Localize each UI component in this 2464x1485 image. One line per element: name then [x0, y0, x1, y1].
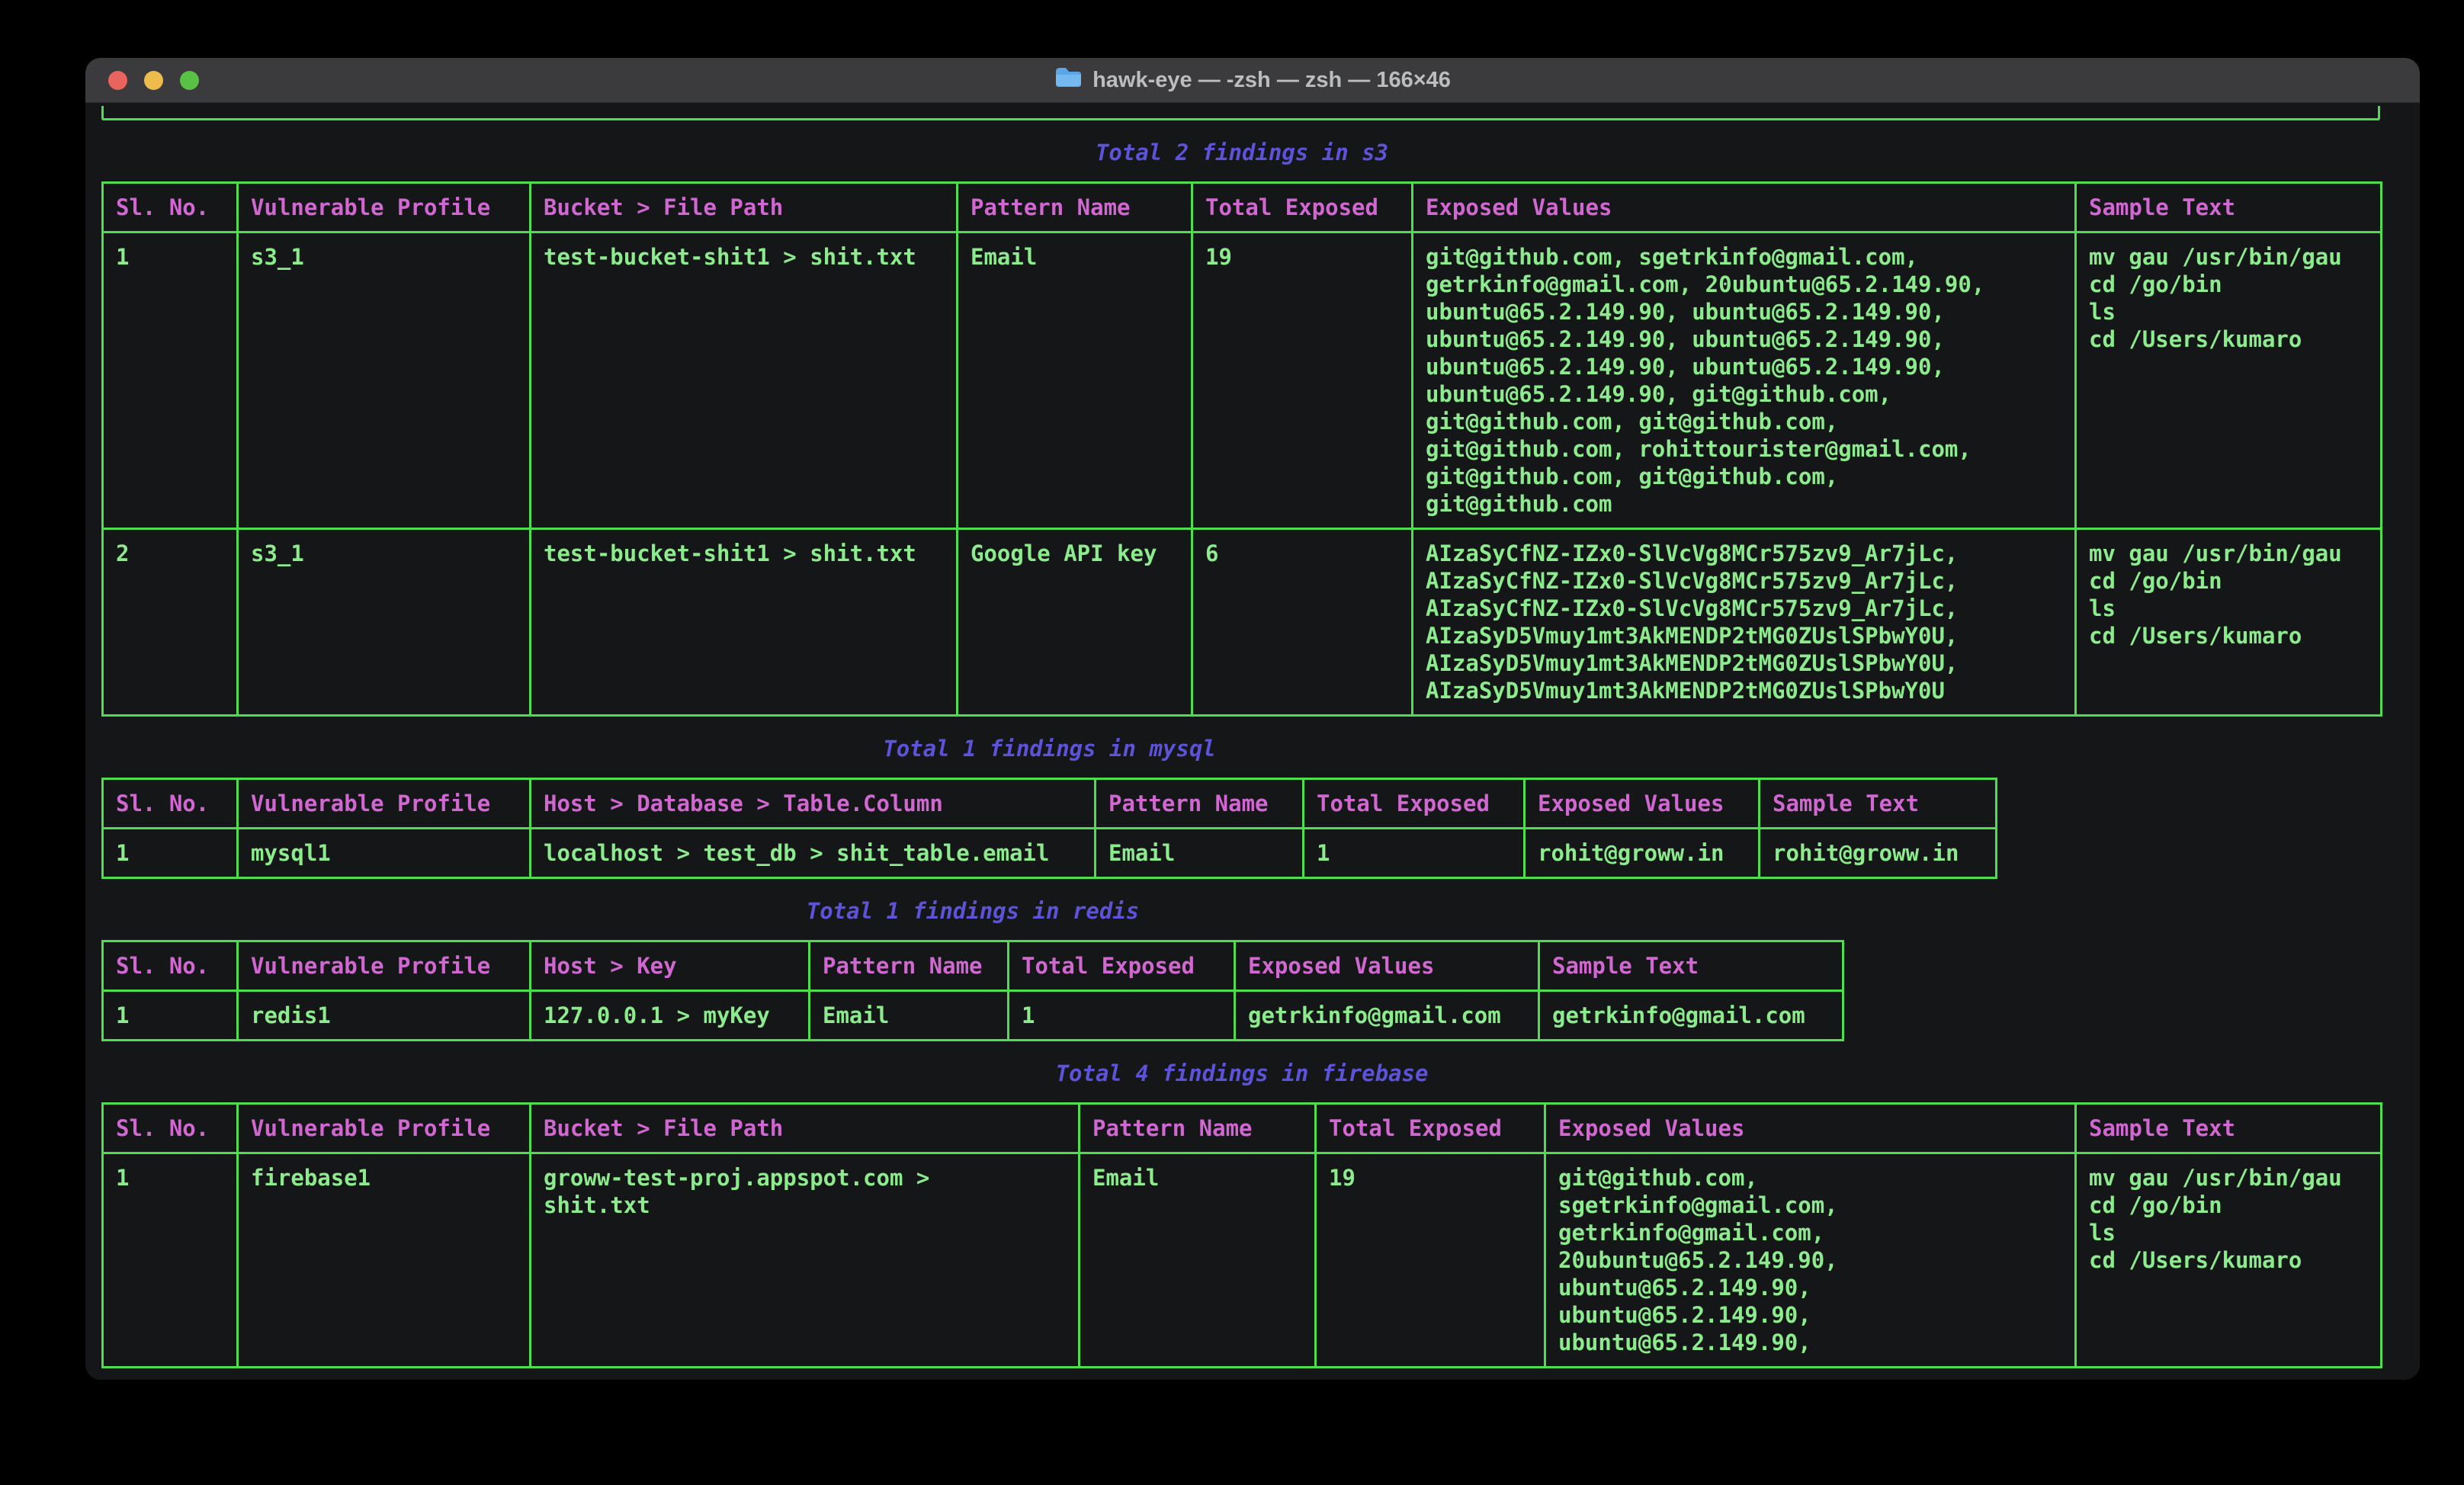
findings-table: Sl. No.Vulnerable ProfileBucket > File P… [101, 1102, 2382, 1368]
column-header: Sl. No. [103, 183, 238, 233]
column-header: Sl. No. [103, 779, 238, 829]
table-cell: 1 [103, 1153, 238, 1368]
table-cell: getrkinfo@gmail.com [1539, 991, 1843, 1041]
table-cell: rohit@groww.in [1525, 829, 1760, 878]
table-cell: test-bucket-shit1 > shit.txt [531, 529, 958, 716]
column-header: Pattern Name [958, 183, 1192, 233]
table-cell: getrkinfo@gmail.com [1235, 991, 1539, 1041]
table-cell: Email [1080, 1153, 1316, 1368]
column-header: Sl. No. [103, 1104, 238, 1153]
folder-icon [1054, 66, 1082, 94]
header-row: Sl. No.Vulnerable ProfileBucket > File P… [103, 1104, 2382, 1153]
titlebar[interactable]: hawk-eye — -zsh — zsh — 166×46 [85, 58, 2420, 103]
header-row: Sl. No.Vulnerable ProfileHost > KeyPatte… [103, 941, 1843, 991]
table-cell: 19 [1192, 233, 1413, 529]
table-cell: rohit@groww.in [1760, 829, 1997, 878]
traffic-lights [108, 58, 199, 102]
column-header: Total Exposed [1316, 1104, 1545, 1153]
column-header: Exposed Values [1413, 183, 2076, 233]
table-cell: 6 [1192, 529, 1413, 716]
section-title: Total 2 findings in s3 [101, 139, 2382, 166]
column-header: Pattern Name [1080, 1104, 1316, 1153]
header-row: Sl. No.Vulnerable ProfileBucket > File P… [103, 183, 2382, 233]
table-cell: Email [1096, 829, 1304, 878]
table-cell: 1 [1009, 991, 1235, 1041]
finding-row: 1firebase1groww-test-proj.appspot.com > … [103, 1153, 2382, 1368]
previous-table-bottom-border [101, 106, 2380, 120]
column-header: Vulnerable Profile [238, 1104, 531, 1153]
column-header: Sample Text [1760, 779, 1997, 829]
column-header: Total Exposed [1304, 779, 1525, 829]
table-cell: groww-test-proj.appspot.com > shit.txt [531, 1153, 1080, 1368]
findings-table: Sl. No.Vulnerable ProfileHost > KeyPatte… [101, 940, 1844, 1041]
terminal-window: hawk-eye — -zsh — zsh — 166×46 Total 2 f… [85, 58, 2420, 1380]
table-cell: test-bucket-shit1 > shit.txt [531, 233, 958, 529]
findings-sections: Total 2 findings in s3 Sl. No.Vulnerable… [101, 139, 2420, 1368]
table-cell: firebase1 [238, 1153, 531, 1368]
column-header: Vulnerable Profile [238, 183, 531, 233]
table-cell: 1 [103, 991, 238, 1041]
finding-row: 2s3_1test-bucket-shit1 > shit.txtGoogle … [103, 529, 2382, 716]
findings-section: Total 2 findings in s3 Sl. No.Vulnerable… [101, 139, 2382, 717]
table-cell: 1 [1304, 829, 1525, 878]
finding-row: 1mysql1localhost > test_db > shit_table.… [103, 829, 1997, 878]
findings-table: Sl. No.Vulnerable ProfileHost > Database… [101, 778, 1997, 879]
column-header: Bucket > File Path [531, 183, 958, 233]
section-title: Total 1 findings in redis [101, 897, 1844, 925]
section-title: Total 4 findings in firebase [101, 1060, 2382, 1087]
table-cell: s3_1 [238, 233, 531, 529]
table-cell: localhost > test_db > shit_table.email [531, 829, 1096, 878]
column-header: Sample Text [2076, 1104, 2382, 1153]
findings-section: Total 1 findings in mysql Sl. No.Vulnera… [101, 735, 1997, 879]
table-cell: mv gau /usr/bin/gau cd /go/bin ls cd /Us… [2076, 529, 2382, 716]
column-header: Sample Text [2076, 183, 2382, 233]
table-cell: mv gau /usr/bin/gau cd /go/bin ls cd /Us… [2076, 1153, 2382, 1368]
header-row: Sl. No.Vulnerable ProfileHost > Database… [103, 779, 1997, 829]
table-cell: Email [958, 233, 1192, 529]
column-header: Sl. No. [103, 941, 238, 991]
table-cell: Email [810, 991, 1009, 1041]
column-header: Total Exposed [1009, 941, 1235, 991]
terminal-content[interactable]: Total 2 findings in s3 Sl. No.Vulnerable… [85, 103, 2420, 1380]
column-header: Pattern Name [1096, 779, 1304, 829]
findings-table: Sl. No.Vulnerable ProfileBucket > File P… [101, 181, 2382, 717]
column-header: Total Exposed [1192, 183, 1413, 233]
table-cell: AIzaSyCfNZ-IZx0-SlVcVg8MCr575zv9_Ar7jLc,… [1413, 529, 2076, 716]
window-title-text: hawk-eye — -zsh — zsh — 166×46 [1092, 68, 1451, 93]
maximize-button[interactable] [180, 71, 199, 90]
column-header: Vulnerable Profile [238, 779, 531, 829]
table-cell: 1 [103, 233, 238, 529]
column-header: Sample Text [1539, 941, 1843, 991]
finding-row: 1s3_1test-bucket-shit1 > shit.txtEmail19… [103, 233, 2382, 529]
table-cell: mv gau /usr/bin/gau cd /go/bin ls cd /Us… [2076, 233, 2382, 529]
table-cell: 1 [103, 829, 238, 878]
window-title: hawk-eye — -zsh — zsh — 166×46 [1054, 66, 1451, 94]
table-cell: 2 [103, 529, 238, 716]
table-cell: git@github.com, sgetrkinfo@gmail.com, ge… [1545, 1153, 2076, 1368]
close-button[interactable] [108, 71, 127, 90]
column-header: Host > Database > Table.Column [531, 779, 1096, 829]
findings-section: Total 4 findings in firebase Sl. No.Vuln… [101, 1060, 2382, 1368]
column-header: Host > Key [531, 941, 810, 991]
column-header: Pattern Name [810, 941, 1009, 991]
table-cell: redis1 [238, 991, 531, 1041]
table-cell: 127.0.0.1 > myKey [531, 991, 810, 1041]
column-header: Exposed Values [1525, 779, 1760, 829]
table-cell: 19 [1316, 1153, 1545, 1368]
column-header: Exposed Values [1545, 1104, 2076, 1153]
section-title: Total 1 findings in mysql [101, 735, 1997, 762]
table-cell: Google API key [958, 529, 1192, 716]
table-cell: git@github.com, sgetrkinfo@gmail.com, ge… [1413, 233, 2076, 529]
findings-section: Total 1 findings in redis Sl. No.Vulnera… [101, 897, 1844, 1041]
table-cell: mysql1 [238, 829, 531, 878]
column-header: Vulnerable Profile [238, 941, 531, 991]
column-header: Exposed Values [1235, 941, 1539, 991]
column-header: Bucket > File Path [531, 1104, 1080, 1153]
table-cell: s3_1 [238, 529, 531, 716]
minimize-button[interactable] [144, 71, 163, 90]
finding-row: 1redis1127.0.0.1 > myKeyEmail1getrkinfo@… [103, 991, 1843, 1041]
